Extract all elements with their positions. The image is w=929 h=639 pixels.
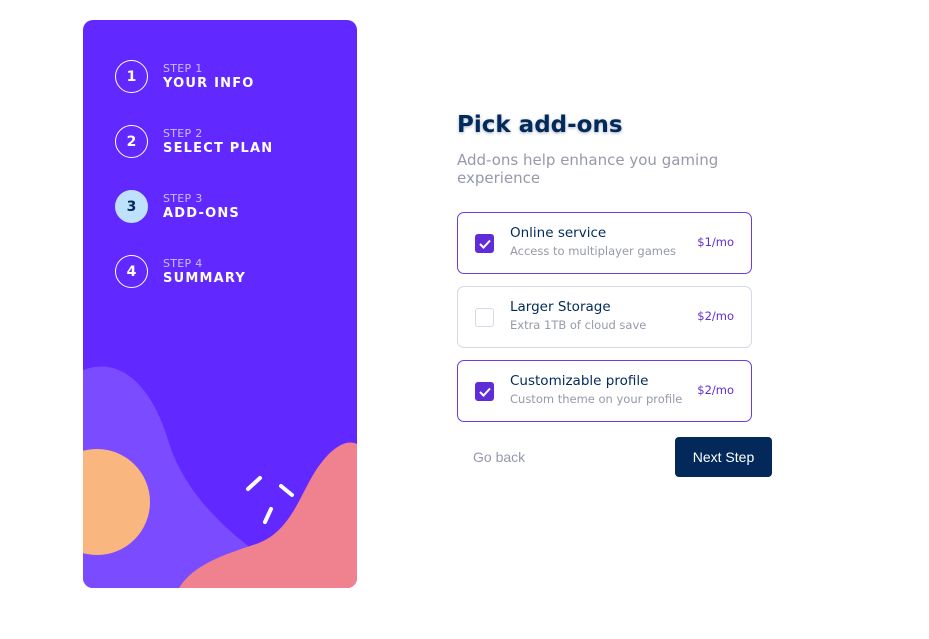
step-caption: STEP 1	[163, 62, 203, 75]
sidebar: 1 STEP 1 YOUR INFO 2 STEP 2 SELECT PLAN …	[83, 20, 357, 588]
addon-name: Online service	[510, 225, 607, 241]
addon-description: Custom theme on your profile	[510, 392, 683, 406]
step-title: YOUR INFO	[163, 76, 255, 91]
step-number: 1	[115, 60, 148, 93]
page-title: Pick add-ons	[457, 112, 623, 138]
next-step-button[interactable]: Next Step	[675, 437, 772, 477]
addon-name: Larger Storage	[510, 299, 611, 315]
addon-checkbox[interactable]	[475, 234, 494, 253]
step-title: SELECT PLAN	[163, 141, 274, 156]
step-list: 1 STEP 1 YOUR INFO 2 STEP 2 SELECT PLAN …	[115, 60, 273, 320]
addon-list: Online service Access to multiplayer gam…	[457, 212, 797, 422]
form-navigation: Go back Next Step	[457, 437, 772, 477]
step-item-select-plan[interactable]: 2 STEP 2 SELECT PLAN	[115, 125, 273, 158]
step-number: 3	[115, 190, 148, 223]
addon-description: Extra 1TB of cloud save	[510, 318, 647, 332]
step-caption: STEP 3	[163, 192, 203, 205]
addon-name: Customizable profile	[510, 373, 649, 389]
step-caption: STEP 4	[163, 257, 203, 270]
checkmark-icon	[479, 239, 491, 249]
step-title: SUMMARY	[163, 271, 246, 286]
step-item-add-ons[interactable]: 3 STEP 3 ADD-ONS	[115, 190, 273, 223]
addon-price: $1/mo	[697, 235, 734, 249]
add-ons-panel: Pick add-ons Add-ons help enhance you ga…	[457, 112, 797, 434]
page-subtitle: Add-ons help enhance you gaming experien…	[457, 151, 719, 187]
addon-checkbox[interactable]	[475, 308, 494, 327]
step-number: 2	[115, 125, 148, 158]
addon-description: Access to multiplayer games	[510, 244, 677, 258]
addon-online-service[interactable]: Online service Access to multiplayer gam…	[457, 212, 752, 274]
go-back-button[interactable]: Go back	[473, 449, 525, 465]
addon-price: $2/mo	[697, 383, 734, 397]
step-number: 4	[115, 255, 148, 288]
multi-step-form: 1 STEP 1 YOUR INFO 2 STEP 2 SELECT PLAN …	[0, 0, 929, 639]
step-item-summary[interactable]: 4 STEP 4 SUMMARY	[115, 255, 273, 288]
step-caption: STEP 2	[163, 127, 203, 140]
addon-price: $2/mo	[697, 309, 734, 323]
step-item-your-info[interactable]: 1 STEP 1 YOUR INFO	[115, 60, 273, 93]
addon-larger-storage[interactable]: Larger Storage Extra 1TB of cloud save $…	[457, 286, 752, 348]
addon-customizable-profile[interactable]: Customizable profile Custom theme on you…	[457, 360, 752, 422]
addon-checkbox[interactable]	[475, 382, 494, 401]
checkmark-icon	[479, 387, 491, 397]
step-title: ADD-ONS	[163, 206, 240, 221]
